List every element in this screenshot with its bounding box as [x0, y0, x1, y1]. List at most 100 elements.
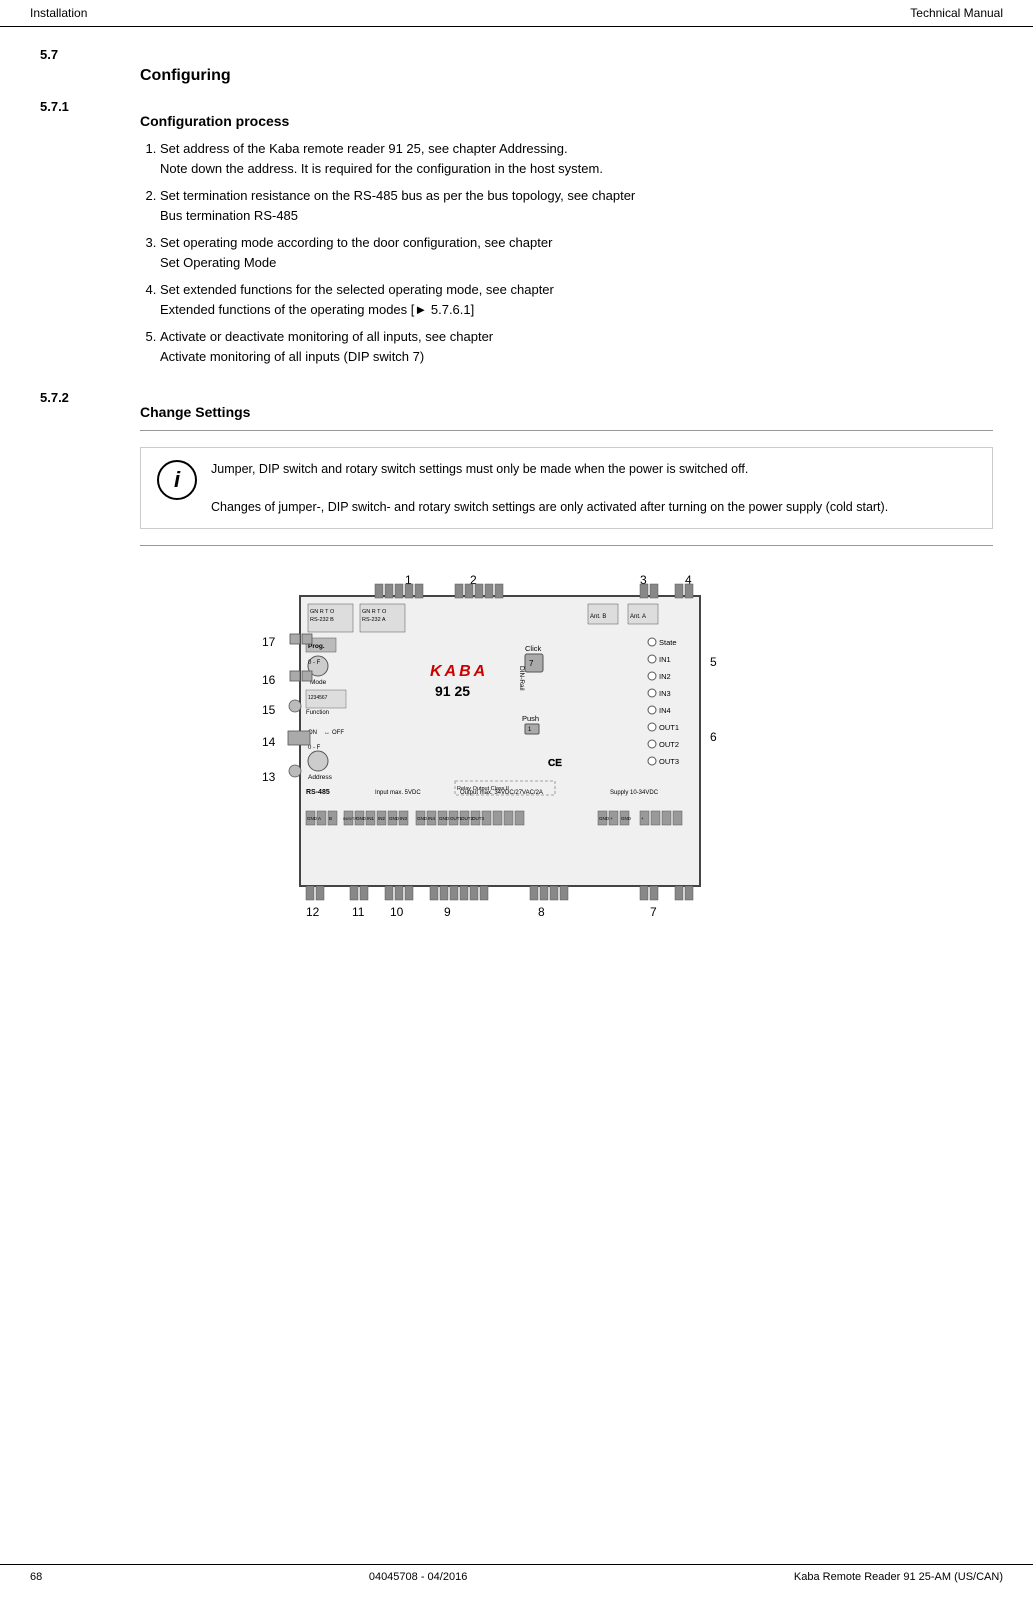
step-3-sub: Set Operating Mode — [160, 255, 276, 270]
output-max-label: Output max. 34VDC/27VAC/2A — [460, 790, 543, 796]
in1-dot — [648, 655, 656, 663]
page-header: Installation Technical Manual — [0, 0, 1033, 27]
model-number: 91 25 — [435, 683, 470, 699]
zero-f-label: 0 - F — [308, 660, 321, 666]
footer-page-num: 68 — [30, 1571, 42, 1583]
bot-num-7: 7 — [650, 905, 657, 919]
left-comp-14 — [288, 731, 310, 745]
step-1-main: Set address of the Kaba remote reader 91… — [160, 141, 568, 156]
svg-text:GND: GND — [417, 816, 428, 821]
section-572: 5.7.2 Change Settings i Jumper, DIP swit… — [40, 390, 993, 986]
info-box: i Jumper, DIP switch and rotary switch s… — [140, 447, 993, 529]
click-label: Click — [525, 644, 541, 653]
bot-num-9: 9 — [444, 905, 451, 919]
svg-text:OUT3: OUT3 — [472, 816, 484, 821]
step-2: Set termination resistance on the RS-485… — [160, 186, 993, 225]
mode-label: Mode — [310, 679, 327, 686]
section-571: 5.7.1 Configuration process Set address … — [40, 99, 993, 374]
out1-label: OUT1 — [659, 723, 679, 732]
top-connector-1 — [375, 584, 423, 598]
bot-num-11: 11 — [352, 905, 365, 919]
in3-dot — [648, 689, 656, 697]
click-button — [525, 654, 543, 672]
terminal-group-rs485: GND A B — [306, 811, 337, 825]
rs232b-label: RS-232 B — [310, 617, 334, 623]
section-57-number: 5.7 — [40, 47, 120, 95]
side-num-5: 5 — [710, 655, 717, 669]
input-max-label: Input max. 5VDC — [375, 790, 421, 796]
state-label: State — [659, 638, 677, 647]
zero-f-addr: 0 - F — [308, 745, 321, 751]
svg-text:GND: GND — [307, 816, 318, 821]
step-2-sub: Bus termination RS-485 — [160, 208, 298, 223]
svg-text:B: B — [329, 816, 332, 821]
out3-label: OUT3 — [659, 757, 679, 766]
divider-top — [140, 430, 993, 431]
out1-dot — [648, 723, 656, 731]
left-conn-17a — [290, 634, 300, 644]
rs232a-label: RS-232 A — [362, 617, 386, 623]
device-rect — [300, 596, 700, 886]
left-conn-16b — [302, 671, 312, 681]
terminal-group-supply: GND + GND + — [598, 811, 682, 825]
info-icon-letter: i — [174, 467, 180, 493]
section-571-title: Configuration process — [140, 113, 993, 129]
out2-dot — [648, 740, 656, 748]
info-line2: Changes of jumper-, DIP switch- and rota… — [211, 500, 888, 514]
gear-icon-15 — [289, 700, 301, 712]
kaba-logo: KABA — [430, 663, 488, 680]
steps-list: Set address of the Kaba remote reader 91… — [160, 139, 993, 366]
supply-label: Supply 10-34VDC — [610, 790, 659, 796]
device-diagram: 1 2 3 4 — [220, 566, 820, 1006]
info-line1: Jumper, DIP switch and rotary switch set… — [211, 462, 748, 476]
step-1-sub: Note down the address. It is required fo… — [160, 161, 603, 176]
step-4-sub: Extended functions of the operating mode… — [160, 302, 474, 317]
rs485-label: RS-485 — [306, 789, 330, 796]
svg-text:GND: GND — [599, 816, 610, 821]
section-572-number: 5.7.2 — [40, 390, 120, 986]
svg-text:+: + — [610, 816, 613, 821]
state-dot — [648, 638, 656, 646]
antb-label: Ant. B — [590, 614, 606, 620]
anta-label: Ant. A — [630, 614, 646, 620]
side-num-15: 15 — [262, 703, 276, 717]
bot-num-8: 8 — [538, 905, 545, 919]
header-left: Installation — [30, 6, 87, 20]
side-num-17: 17 — [262, 635, 276, 649]
rs232a-pins: GN R T O — [362, 609, 387, 615]
svg-text:IN3: IN3 — [400, 816, 408, 821]
section-572-title: Change Settings — [140, 404, 993, 420]
out2-label: OUT2 — [659, 740, 679, 749]
step-3-main: Set operating mode according to the door… — [160, 235, 552, 250]
step-4: Set extended functions for the selected … — [160, 280, 993, 319]
left-conn-16a — [290, 671, 300, 681]
step-4-main: Set extended functions for the selected … — [160, 282, 554, 297]
page-footer: 68 04045708 - 04/2016 Kaba Remote Reader… — [0, 1564, 1033, 1589]
click-num: 7 — [529, 659, 534, 668]
step-3: Set operating mode according to the door… — [160, 233, 993, 272]
bot-num-10: 10 — [390, 905, 404, 919]
function-label: Function — [306, 710, 329, 716]
in2-label: IN2 — [659, 672, 671, 681]
in2-dot — [648, 672, 656, 680]
arrow-label: ↔ — [324, 730, 330, 736]
svg-text:GND: GND — [356, 816, 367, 821]
in1-label: IN1 — [659, 655, 671, 664]
side-num-14: 14 — [262, 735, 276, 749]
push-label: Push — [522, 714, 539, 723]
out3-dot — [648, 757, 656, 765]
side-num-16: 16 — [262, 673, 276, 687]
info-text: Jumper, DIP switch and rotary switch set… — [211, 460, 888, 516]
step-2-main: Set termination resistance on the RS-485… — [160, 188, 635, 203]
section-57-title: Configuring — [140, 67, 993, 85]
step-5-main: Activate or deactivate monitoring of all… — [160, 329, 493, 344]
gear-icon-13 — [289, 765, 301, 777]
svg-text:+: + — [641, 816, 644, 821]
svg-text:IN1: IN1 — [367, 816, 375, 821]
footer-product: Kaba Remote Reader 91 25-AM (US/CAN) — [794, 1571, 1003, 1583]
footer-doc-id: 04045708 - 04/2016 — [369, 1571, 467, 1583]
step-5-sub: Activate monitoring of all inputs (DIP s… — [160, 349, 424, 364]
svg-text:IN2: IN2 — [378, 816, 386, 821]
info-icon: i — [157, 460, 197, 500]
side-num-13: 13 — [262, 770, 276, 784]
